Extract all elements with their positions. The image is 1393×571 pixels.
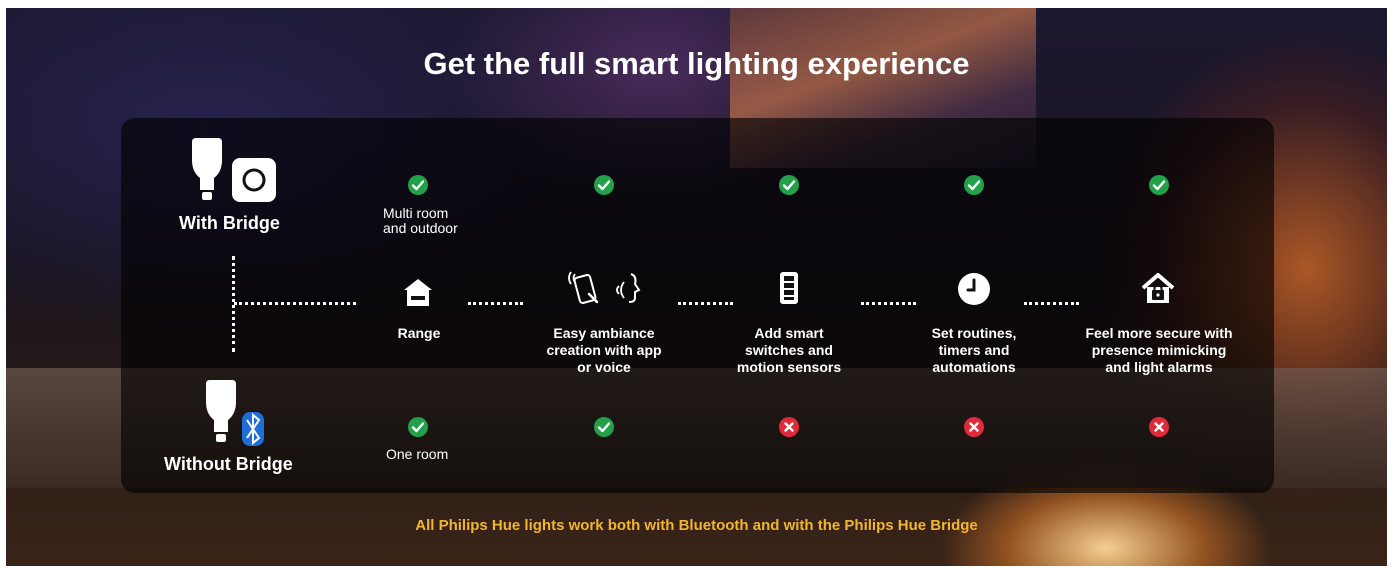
cross-icon	[779, 417, 799, 437]
check-icon	[964, 175, 984, 195]
connector-horizontal-2	[678, 302, 733, 305]
connector-horizontal-3	[861, 302, 916, 305]
range-with-text: Multi room and outdoor	[383, 205, 458, 236]
footer-note: All Philips Hue lights work both with Bl…	[415, 517, 978, 534]
feature-label-routines: Set routines, timers and automations	[931, 325, 1017, 375]
check-icon	[594, 417, 614, 437]
without-bridge-label: Without Bridge	[164, 454, 293, 474]
connector-horizontal-0	[234, 302, 356, 305]
cross-icon	[1149, 417, 1169, 437]
feature-label-switches: Add smart switches and motion sensors	[736, 325, 842, 375]
connector-horizontal-4	[1024, 302, 1079, 305]
bulb-bridge-icon	[188, 138, 278, 214]
secure-home-icon	[1141, 272, 1175, 310]
check-icon	[1149, 175, 1169, 195]
cross-icon	[964, 417, 984, 437]
with-bridge-label: With Bridge	[179, 213, 280, 233]
feature-label-secure: Feel more secure with presence mimicking…	[1085, 325, 1233, 375]
check-icon	[594, 175, 614, 195]
bulb-bluetooth-icon	[202, 380, 272, 454]
hero-banner: Get the full smart lighting experience W…	[6, 8, 1387, 566]
check-icon	[408, 417, 428, 437]
range-without-text: One room	[386, 446, 449, 462]
house-icon	[402, 277, 434, 311]
check-icon	[779, 175, 799, 195]
check-icon	[408, 175, 428, 195]
feature-label-ambiance: Easy ambiance creation with app or voice	[546, 325, 662, 375]
feature-label-range: Range	[397, 325, 441, 341]
connector-horizontal-1	[468, 302, 523, 305]
clock-icon	[957, 272, 991, 310]
switch-icon	[779, 271, 799, 309]
page-title: Get the full smart lighting experience	[423, 46, 970, 81]
app-voice-icon	[567, 268, 643, 312]
comparison-panel	[121, 118, 1274, 493]
